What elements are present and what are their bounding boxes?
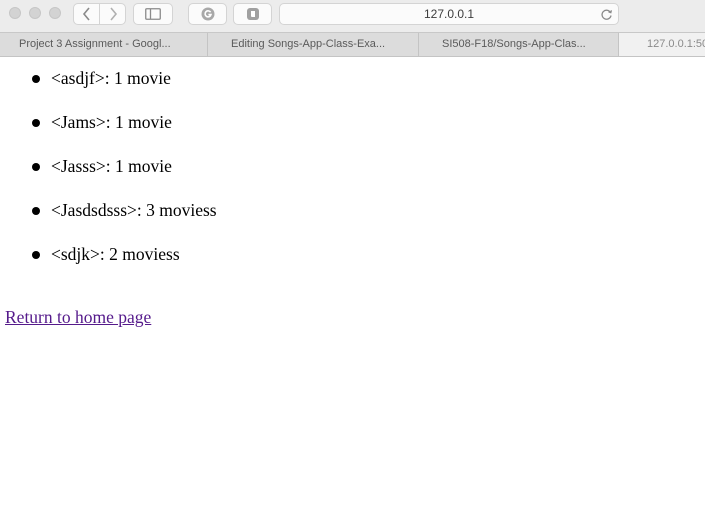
- address-text: 127.0.0.1: [423, 7, 475, 21]
- chevron-right-icon: [109, 7, 117, 21]
- browser-toolbar: 127.0.0.1: [0, 0, 705, 32]
- list-item: <Jasss>: 1 movie: [0, 155, 400, 177]
- zoom-window-button[interactable]: [49, 7, 61, 19]
- extension-button[interactable]: [188, 3, 227, 25]
- tab-label: Editing Songs-App-Class-Exa...: [231, 38, 386, 50]
- bullet: [32, 251, 40, 259]
- minimize-window-button[interactable]: [29, 7, 41, 19]
- tab-localhost[interactable]: 127.0.0.1:50: [619, 33, 705, 56]
- sidebar-icon: [145, 8, 161, 20]
- tab-label: Project 3 Assignment - Googl...: [19, 38, 171, 50]
- extension-button-2[interactable]: [233, 3, 272, 25]
- evernote-extension-icon: [246, 8, 259, 20]
- list-item-text: <sdjk>: 2 moviess: [51, 244, 180, 264]
- tab-label: 127.0.0.1:50: [647, 38, 705, 50]
- chevron-left-icon: [82, 7, 90, 21]
- bullet: [32, 75, 40, 83]
- address-bar[interactable]: 127.0.0.1: [279, 3, 619, 25]
- forward-button[interactable]: [99, 4, 125, 24]
- sidebar-toggle-button[interactable]: [133, 3, 173, 25]
- list-item: <Jams>: 1 movie: [0, 111, 400, 133]
- list-item-text: <asdjf>: 1 movie: [51, 68, 171, 88]
- tab-editing-songs-app[interactable]: Editing Songs-App-Class-Exa...: [208, 33, 419, 56]
- list-item-text: <Jasdsdsss>: 3 moviess: [51, 200, 217, 220]
- close-window-button[interactable]: [9, 7, 21, 19]
- tab-label: SI508-F18/Songs-App-Clas...: [442, 38, 586, 50]
- list-item: <asdjf>: 1 movie: [0, 67, 400, 89]
- list-item: <sdjk>: 2 moviess: [0, 243, 400, 265]
- page-content: <asdjf>: 1 movie <Jams>: 1 movie <Jasss>…: [0, 57, 705, 516]
- navigation-buttons: [73, 3, 126, 25]
- bullet: [32, 163, 40, 171]
- tab-bar: Project 3 Assignment - Googl... Editing …: [0, 32, 705, 57]
- list-item: <Jasdsdsss>: 3 moviess: [0, 199, 400, 221]
- tab-si508-songs-app[interactable]: SI508-F18/Songs-App-Clas...: [419, 33, 619, 56]
- list-item-text: <Jams>: 1 movie: [51, 112, 172, 132]
- list-item-text: <Jasss>: 1 movie: [51, 156, 172, 176]
- reload-icon[interactable]: [600, 8, 613, 21]
- back-button[interactable]: [74, 4, 99, 24]
- bullet: [32, 207, 40, 215]
- tab-project-3-assignment[interactable]: Project 3 Assignment - Googl...: [0, 33, 208, 56]
- grammar-extension-icon: [201, 7, 214, 21]
- return-home-link[interactable]: Return to home page: [5, 306, 151, 328]
- bullet: [32, 119, 40, 127]
